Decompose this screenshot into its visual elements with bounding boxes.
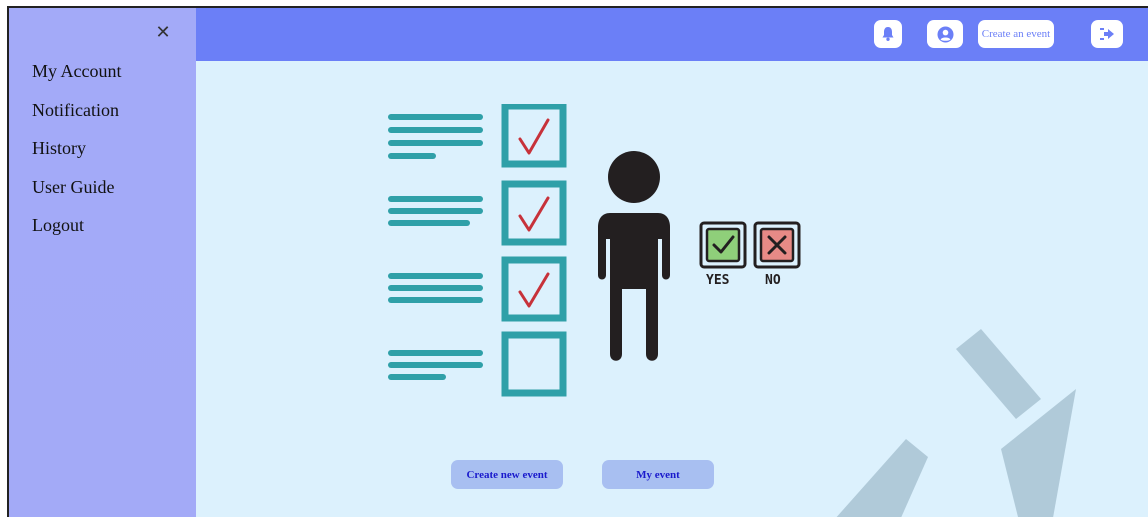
my-event-button[interactable]: My event [602,460,714,489]
check-icon [518,196,550,232]
check-icon [518,272,550,308]
profile-button[interactable] [927,20,963,48]
bell-icon [882,27,894,41]
no-label: NO [765,273,781,288]
app-window: ✕ My Account Notification History User G… [7,6,1148,517]
watermark-logo [836,329,1076,517]
sidebar-item-user-guide[interactable]: User Guide [32,174,122,213]
logout-icon [1100,28,1114,40]
create-an-event-label: Create an event [981,28,1051,40]
close-sidebar-button[interactable]: ✕ [152,22,174,44]
person-icon [598,151,670,361]
check-icon [518,118,550,155]
notification-button[interactable] [874,20,902,48]
user-circle-icon [937,26,953,42]
top-bar: Create an event [196,8,1148,61]
sidebar-item-logout[interactable]: Logout [32,212,122,251]
checklist-row [388,331,567,397]
sidebar-item-notification[interactable]: Notification [32,97,122,136]
sidebar-menu: My Account Notification History User Gui… [32,58,122,251]
checklist-illustration [388,104,567,397]
create-new-event-button[interactable]: Create new event [451,460,563,489]
sidebar-item-history[interactable]: History [32,135,122,174]
logout-button[interactable] [1091,20,1123,48]
yes-label: YES [706,273,730,288]
checklist-row [388,256,567,322]
close-icon: ✕ [155,22,171,43]
sidebar-item-my-account[interactable]: My Account [32,58,122,97]
sidebar: ✕ My Account Notification History User G… [9,8,196,517]
main-content: YES NO Create new event My event [196,61,1148,517]
create-an-event-button[interactable]: Create an event [978,20,1054,48]
checklist-row [388,104,567,168]
checklist-row [388,180,567,246]
yes-no-icon [699,221,801,269]
